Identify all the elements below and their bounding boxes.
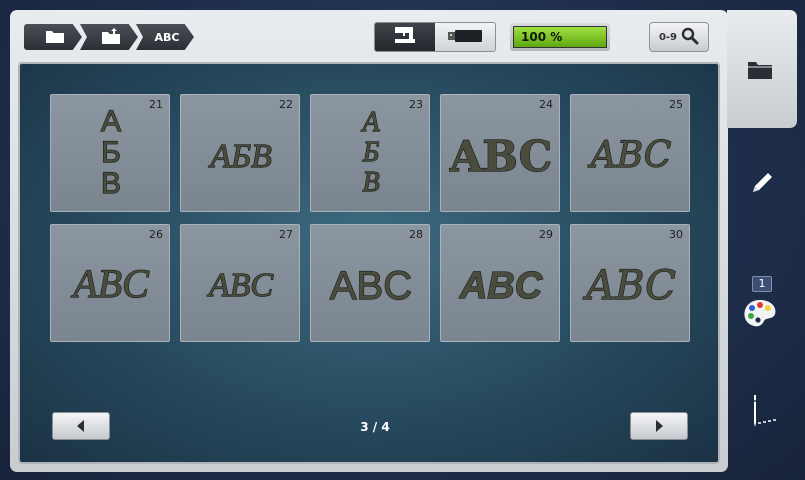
pencil-icon bbox=[749, 173, 775, 200]
search-label: 0-9 bbox=[658, 31, 678, 43]
previous-page-button[interactable] bbox=[52, 412, 110, 440]
font-tile-21[interactable]: 21 А Б В bbox=[50, 94, 170, 212]
font-sample-28: ABC bbox=[329, 263, 412, 308]
number-search-button[interactable]: 0-9 bbox=[649, 22, 709, 52]
font-sample-glyph: Б bbox=[101, 136, 121, 169]
font-sample-glyph: А bbox=[101, 105, 121, 138]
font-tile-30[interactable]: 30 ABC bbox=[570, 224, 690, 342]
font-sample-glyph: ABC bbox=[449, 132, 552, 181]
font-tile-28[interactable]: 28 ABC bbox=[310, 224, 430, 342]
font-sample-glyph: ABC bbox=[330, 264, 412, 308]
font-sample-29: ABC bbox=[458, 264, 543, 307]
folder-upload-icon bbox=[102, 27, 120, 47]
edit-button[interactable] bbox=[749, 170, 775, 200]
folder-icon bbox=[747, 58, 773, 84]
arrow-right-icon bbox=[654, 417, 664, 436]
font-selection-panel: 21 А Б В 22 АБВ 23 А Б В 24 ABC 25 ABC 2… bbox=[18, 62, 720, 464]
font-sample-glyph: Б bbox=[362, 137, 380, 168]
font-sample-26: ABC bbox=[70, 260, 151, 306]
needle-icon bbox=[748, 395, 780, 437]
source-toggle bbox=[374, 22, 496, 52]
font-tile-27[interactable]: 27 ABC bbox=[180, 224, 300, 342]
breadcrumb-current-label: ABC bbox=[154, 30, 180, 44]
font-sample-24: ABC bbox=[448, 131, 552, 181]
font-tile-25[interactable]: 25 ABC bbox=[570, 94, 690, 212]
font-sample-25: ABC bbox=[587, 134, 672, 176]
sewing-machine-icon bbox=[392, 25, 418, 49]
memory-gauge-fill: 100 % bbox=[514, 27, 606, 47]
font-sample-23: А Б В bbox=[360, 106, 381, 198]
memory-gauge-track: 100 % bbox=[513, 26, 607, 48]
memory-gauge: 100 % bbox=[510, 23, 610, 51]
color-count-badge: 1 bbox=[752, 276, 772, 292]
page-indicator: 3 / 4 bbox=[360, 420, 390, 434]
font-tile-22[interactable]: 22 АБВ bbox=[180, 94, 300, 212]
font-sample-glyph: ABC bbox=[582, 263, 676, 309]
font-sample-glyph: А bbox=[360, 107, 380, 138]
stitch-button[interactable] bbox=[748, 393, 780, 437]
font-tile-23[interactable]: 23 А Б В bbox=[310, 94, 430, 212]
font-tile-29[interactable]: 29 ABC bbox=[440, 224, 560, 342]
font-sample-glyph: ABC bbox=[207, 267, 274, 304]
font-sample-glyph: ABC bbox=[70, 261, 150, 306]
breadcrumb-subfolder[interactable] bbox=[80, 24, 138, 50]
font-sample-glyph: АБВ bbox=[208, 138, 272, 175]
font-sample-glyph: В bbox=[101, 167, 121, 200]
font-tile-24[interactable]: 24 ABC bbox=[440, 94, 560, 212]
next-page-button[interactable] bbox=[630, 412, 688, 440]
folder-icon bbox=[46, 29, 64, 46]
color-palette-icon bbox=[742, 300, 778, 332]
font-sample-22: АБВ bbox=[208, 137, 273, 175]
usb-stick-icon bbox=[448, 28, 482, 47]
color-palette-button[interactable] bbox=[742, 298, 778, 332]
font-sample-glyph: В bbox=[362, 167, 379, 198]
source-machine-button[interactable] bbox=[375, 23, 435, 51]
tab-folder-active[interactable] bbox=[727, 10, 797, 128]
breadcrumb-current[interactable]: ABC bbox=[136, 24, 194, 50]
font-sample-21: А Б В bbox=[100, 104, 121, 200]
memory-gauge-label: 100 % bbox=[521, 30, 563, 44]
source-usb-button[interactable] bbox=[435, 23, 495, 51]
arrow-left-icon bbox=[76, 417, 86, 436]
font-sample-30: ABC bbox=[582, 262, 677, 309]
magnifier-icon bbox=[681, 27, 699, 48]
font-tile-26[interactable]: 26 ABC bbox=[50, 224, 170, 342]
breadcrumb-root-folder[interactable] bbox=[24, 24, 82, 50]
font-sample-glyph: ABC bbox=[459, 265, 543, 307]
font-sample-glyph: ABC bbox=[588, 135, 672, 176]
font-sample-27: ABC bbox=[206, 266, 274, 304]
